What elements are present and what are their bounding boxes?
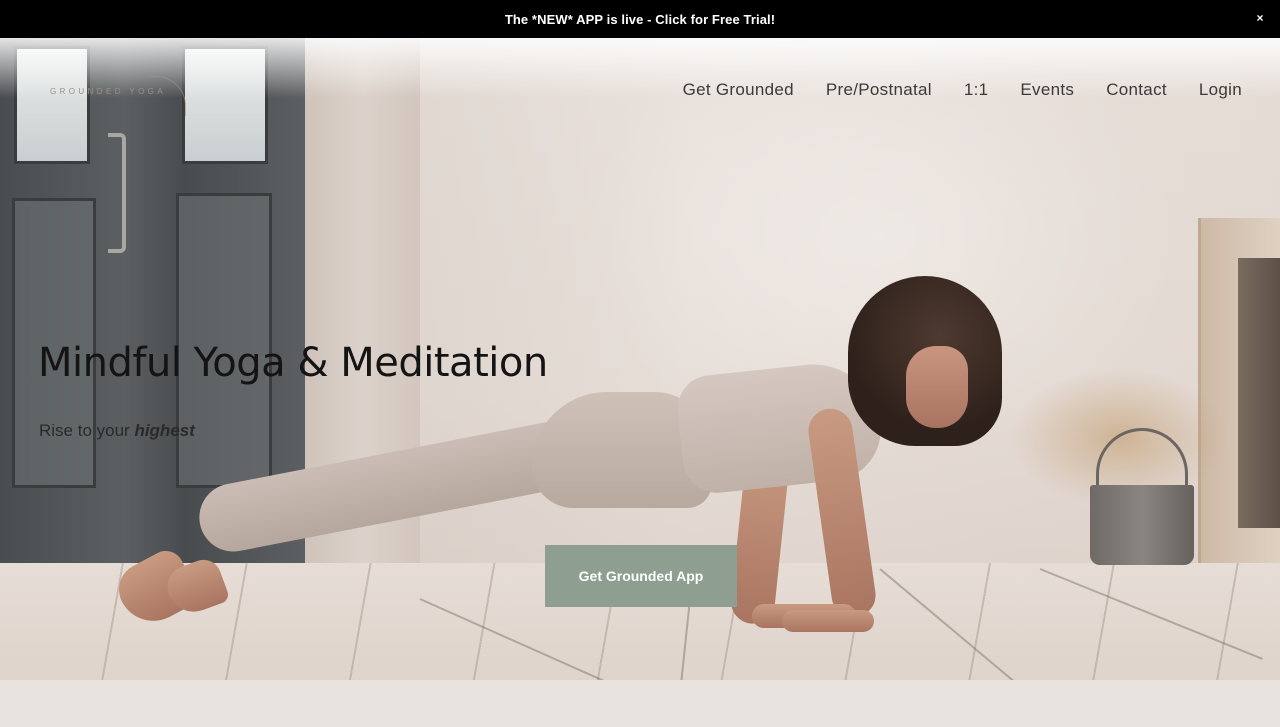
- hero-title: Mindful Yoga & Meditation: [38, 340, 548, 386]
- site-logo[interactable]: GROUNDED YOGA: [50, 87, 166, 96]
- main-nav: Get Grounded Pre/Postnatal 1:1 Events Co…: [651, 80, 1242, 100]
- fireplace-image: [1198, 218, 1280, 568]
- plant-pot-image: [1090, 485, 1194, 565]
- nav-pre-postnatal[interactable]: Pre/Postnatal: [826, 80, 932, 100]
- next-section-strip: [0, 680, 1280, 727]
- get-grounded-app-button[interactable]: Get Grounded App: [545, 545, 737, 607]
- hero-subtitle-emphasis: highest: [134, 421, 195, 440]
- nav-contact[interactable]: Contact: [1106, 80, 1167, 100]
- figure-hand: [782, 610, 874, 632]
- hero-subtitle: Rise to your highest: [39, 421, 195, 441]
- figure-face: [906, 346, 968, 428]
- nav-get-grounded[interactable]: Get Grounded: [683, 80, 794, 100]
- nav-login[interactable]: Login: [1199, 80, 1242, 100]
- nav-events[interactable]: Events: [1020, 80, 1074, 100]
- announcement-bar[interactable]: The *NEW* APP is live - Click for Free T…: [0, 0, 1280, 38]
- nav-one-to-one[interactable]: 1:1: [964, 80, 989, 100]
- announcement-text[interactable]: The *NEW* APP is live - Click for Free T…: [505, 12, 775, 27]
- hero-subtitle-text: Rise to your: [39, 421, 135, 440]
- close-icon[interactable]: ×: [1254, 11, 1266, 25]
